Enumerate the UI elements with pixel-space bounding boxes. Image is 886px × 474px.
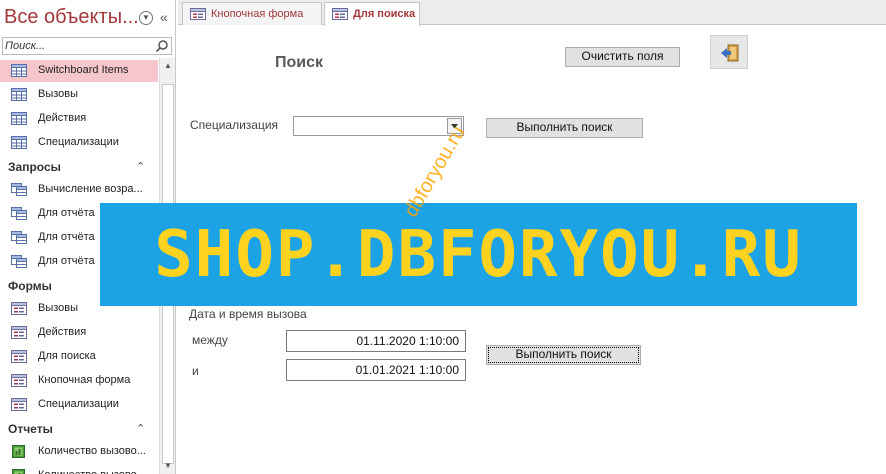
search-input[interactable] bbox=[5, 39, 153, 53]
nav-group-label: Формы bbox=[8, 279, 52, 293]
nav-item[interactable]: Вычисление возра... bbox=[0, 179, 158, 201]
report-icon bbox=[12, 469, 25, 474]
nav-item[interactable]: Действия bbox=[0, 108, 158, 130]
nav-item[interactable]: Количество вызово... bbox=[0, 441, 158, 463]
nav-item-label: Вычисление возра... bbox=[38, 183, 143, 195]
table-icon bbox=[11, 136, 27, 149]
exit-button[interactable] bbox=[710, 35, 748, 69]
nav-item[interactable]: Кнопочная форма bbox=[0, 370, 158, 392]
search-button-date[interactable]: Выполнить поиск bbox=[486, 345, 641, 365]
nav-group-header[interactable]: Запросы ⌃ bbox=[0, 157, 158, 177]
nav-group-label: Отчеты bbox=[8, 422, 53, 436]
nav-title[interactable]: Все объекты... bbox=[4, 6, 139, 29]
clear-fields-button[interactable]: Очистить поля bbox=[565, 47, 680, 67]
nav-item-label: Количество вызово... bbox=[38, 445, 146, 457]
form-icon bbox=[11, 398, 27, 411]
nav-item-label: Вызовы bbox=[38, 302, 79, 314]
nav-item[interactable]: Специализации bbox=[0, 132, 158, 154]
nav-item[interactable]: Количество вызово... bbox=[0, 465, 158, 474]
nav-item-label: Для отчёта bbox=[38, 255, 95, 267]
collapse-group-icon[interactable]: ⌃ bbox=[136, 160, 145, 173]
nav-item-label: Действия bbox=[38, 326, 87, 338]
date-to-field[interactable]: 01.01.2021 1:10:00 bbox=[286, 359, 466, 381]
tab-switchboard-form[interactable]: Кнопочная форма bbox=[182, 2, 322, 25]
scroll-down-icon[interactable]: ▼ bbox=[160, 458, 176, 474]
datetime-label: Дата и время вызова bbox=[189, 307, 307, 321]
nav-item-label: Switchboard Items bbox=[38, 64, 129, 76]
table-icon bbox=[11, 88, 27, 101]
collapse-pane-icon[interactable]: « bbox=[160, 9, 168, 25]
query-icon bbox=[11, 231, 27, 244]
search-icon[interactable] bbox=[155, 39, 169, 53]
tab-search-form[interactable]: Для поиска bbox=[324, 2, 420, 26]
search-button-specialization[interactable]: Выполнить поиск bbox=[486, 118, 643, 138]
form-icon bbox=[11, 350, 27, 363]
form-icon bbox=[11, 302, 27, 315]
tab-label: Кнопочная форма bbox=[211, 8, 304, 20]
chevron-down-icon[interactable]: ▼ bbox=[139, 11, 153, 25]
nav-header: Все объекты... ▼ « bbox=[0, 0, 176, 36]
between-label: между bbox=[192, 333, 228, 347]
page-title: Поиск bbox=[275, 54, 324, 71]
nav-item-label: Для отчёта bbox=[38, 231, 95, 243]
nav-item-label: Вызовы bbox=[38, 88, 79, 100]
form-icon bbox=[332, 8, 348, 20]
query-icon bbox=[11, 207, 27, 220]
scroll-up-icon[interactable]: ▲ bbox=[160, 58, 176, 74]
date-from-field[interactable]: 01.11.2020 1:10:00 bbox=[286, 330, 466, 352]
nav-item[interactable]: Действия bbox=[0, 322, 158, 344]
query-icon bbox=[11, 255, 27, 268]
form-icon bbox=[190, 8, 206, 20]
nav-item[interactable]: Switchboard Items bbox=[0, 60, 158, 82]
nav-item[interactable]: Для поиска bbox=[0, 346, 158, 368]
specialization-combo[interactable] bbox=[293, 116, 464, 136]
nav-search-box bbox=[2, 37, 172, 55]
and-label: и bbox=[192, 364, 199, 378]
form-icon bbox=[11, 326, 27, 339]
specialization-label: Специализация bbox=[190, 118, 279, 132]
form-icon bbox=[11, 374, 27, 387]
watermark-banner: SHOP.DBFORYOU.RU bbox=[100, 203, 857, 306]
report-icon bbox=[12, 445, 25, 458]
nav-item-label: Для отчёта bbox=[38, 207, 95, 219]
document-tabs: Кнопочная форма Для поиска bbox=[178, 0, 886, 26]
nav-item[interactable]: Специализации bbox=[0, 394, 158, 416]
watermark-banner-text: SHOP.DBFORYOU.RU bbox=[154, 218, 803, 292]
table-icon bbox=[11, 64, 27, 77]
nav-item-label: Действия bbox=[38, 112, 87, 124]
collapse-group-icon[interactable]: ⌃ bbox=[136, 422, 145, 435]
nav-item-label: Специализации bbox=[38, 136, 119, 148]
tab-label: Для поиска bbox=[353, 8, 416, 20]
table-icon bbox=[11, 112, 27, 125]
nav-item-label: Для поиска bbox=[38, 350, 96, 362]
nav-item-label: Количество вызово... bbox=[38, 469, 146, 474]
nav-group-header[interactable]: Отчеты ⌃ bbox=[0, 419, 158, 439]
query-icon bbox=[11, 183, 27, 196]
exit-icon bbox=[721, 44, 739, 62]
nav-group-label: Запросы bbox=[8, 160, 61, 174]
nav-item-label: Специализации bbox=[38, 398, 119, 410]
nav-item[interactable]: Вызовы bbox=[0, 84, 158, 106]
nav-item-label: Кнопочная форма bbox=[38, 374, 131, 386]
